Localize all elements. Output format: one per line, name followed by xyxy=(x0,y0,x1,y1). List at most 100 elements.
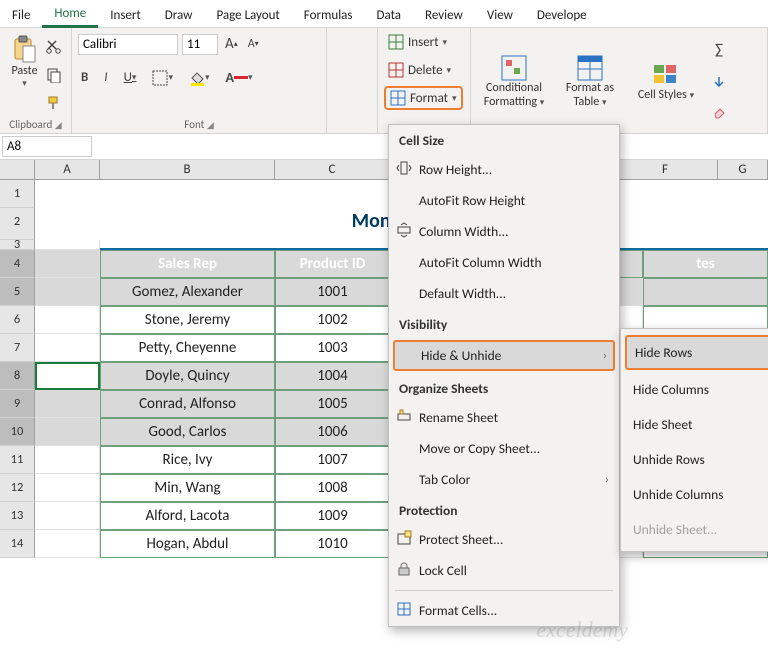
tab-insert[interactable]: Insert xyxy=(98,3,153,27)
copy-button[interactable] xyxy=(43,64,65,86)
cell[interactable]: 1009 xyxy=(275,502,390,530)
decrease-font-button[interactable]: A▾ xyxy=(245,34,262,54)
row-header[interactable]: 8 xyxy=(0,362,35,390)
menu-format-cells[interactable]: Format Cells... xyxy=(389,595,619,626)
submenu-unhide-columns[interactable]: Unhide Columns xyxy=(621,477,768,512)
tab-review[interactable]: Review xyxy=(413,3,475,27)
cell[interactable] xyxy=(35,278,100,306)
cell[interactable]: 1010 xyxy=(275,530,390,558)
cell[interactable]: 1001 xyxy=(275,278,390,306)
row-header[interactable]: 11 xyxy=(0,446,35,474)
cell[interactable]: 1002 xyxy=(275,306,390,334)
row-header[interactable]: 7 xyxy=(0,334,35,362)
submenu-hide-sheet[interactable]: Hide Sheet xyxy=(621,407,768,442)
cell[interactable]: 1004 xyxy=(275,362,390,390)
cell[interactable]: Petty, Cheyenne xyxy=(100,334,275,362)
submenu-hide-columns[interactable]: Hide Columns xyxy=(621,372,768,407)
cell[interactable]: Min, Wang xyxy=(100,474,275,502)
cell[interactable]: Product ID xyxy=(275,250,390,278)
tab-view[interactable]: View xyxy=(475,3,525,27)
tab-data[interactable]: Data xyxy=(365,3,414,27)
menu-autofit-column[interactable]: AutoFit Column Width xyxy=(389,247,619,278)
format-painter-button[interactable] xyxy=(43,92,65,114)
menu-protect-sheet[interactable]: Protect Sheet... xyxy=(389,524,619,555)
font-size-input[interactable] xyxy=(182,34,218,55)
cell[interactable]: 1008 xyxy=(275,474,390,502)
name-box[interactable] xyxy=(2,136,92,157)
row-header[interactable]: 9 xyxy=(0,390,35,418)
cell[interactable] xyxy=(35,390,100,418)
cell[interactable] xyxy=(35,334,100,362)
tab-formulas[interactable]: Formulas xyxy=(292,3,365,27)
menu-hide-unhide[interactable]: Hide & Unhide › xyxy=(393,340,615,371)
cell[interactable] xyxy=(35,362,100,390)
cell[interactable]: Doyle, Quincy xyxy=(100,362,275,390)
font-name-input[interactable] xyxy=(78,34,178,55)
format-cells-button[interactable]: Format ▾ xyxy=(384,86,463,110)
row-header[interactable]: 2 xyxy=(0,208,35,240)
menu-row-height[interactable]: Row Height... xyxy=(389,154,619,185)
paste-button[interactable]: Paste ▾ xyxy=(6,32,43,91)
autosum-button[interactable]: ∑ xyxy=(712,38,726,62)
cell[interactable]: Hogan, Abdul xyxy=(100,530,275,558)
tab-file[interactable]: File xyxy=(0,3,42,27)
cell[interactable] xyxy=(35,306,100,334)
cell[interactable]: 1006 xyxy=(275,418,390,446)
cell[interactable] xyxy=(35,474,100,502)
row-header[interactable]: 6 xyxy=(0,306,35,334)
select-all-corner[interactable] xyxy=(0,160,35,179)
row-header[interactable]: 12 xyxy=(0,474,35,502)
cell[interactable]: Sales Rep xyxy=(100,250,275,278)
bold-button[interactable]: B xyxy=(78,67,91,88)
cell[interactable] xyxy=(35,418,100,446)
cell[interactable]: 1003 xyxy=(275,334,390,362)
format-as-table-button[interactable]: Format as Table ▾ xyxy=(553,32,627,131)
clear-button[interactable] xyxy=(709,102,729,122)
col-header-C[interactable]: C xyxy=(275,160,390,179)
row-header[interactable]: 5 xyxy=(0,278,35,306)
menu-autofit-row[interactable]: AutoFit Row Height xyxy=(389,185,619,216)
col-header-G[interactable]: G xyxy=(718,160,768,179)
menu-tab-color[interactable]: Tab Color › xyxy=(389,464,619,495)
cell[interactable] xyxy=(35,208,100,240)
cell[interactable] xyxy=(35,240,100,250)
cell[interactable]: Alford, Lacota xyxy=(100,502,275,530)
cell-styles-button[interactable]: Cell Styles ▾ xyxy=(629,32,703,131)
tab-home[interactable]: Home xyxy=(42,1,98,28)
tab-page-layout[interactable]: Page Layout xyxy=(204,3,291,27)
conditional-formatting-button[interactable]: Conditional Formatting ▾ xyxy=(477,32,551,131)
cell[interactable] xyxy=(35,446,100,474)
fill-button[interactable] xyxy=(709,72,729,92)
menu-move-copy-sheet[interactable]: Move or Copy Sheet... xyxy=(389,433,619,464)
fill-color-button[interactable]: ▾ xyxy=(186,67,213,89)
cell[interactable]: Good, Carlos xyxy=(100,418,275,446)
tab-draw[interactable]: Draw xyxy=(153,3,205,27)
cell[interactable]: Conrad, Alfonso xyxy=(100,390,275,418)
menu-default-width[interactable]: Default Width... xyxy=(389,278,619,309)
menu-column-width[interactable]: Column Width... xyxy=(389,216,619,247)
submenu-unhide-rows[interactable]: Unhide Rows xyxy=(621,442,768,477)
tab-developer[interactable]: Develope xyxy=(525,3,599,27)
increase-font-button[interactable]: A▴ xyxy=(222,32,241,56)
borders-button[interactable]: ▾ xyxy=(149,67,176,89)
cell[interactable] xyxy=(35,530,100,558)
menu-lock-cell[interactable]: Lock Cell xyxy=(389,555,619,586)
underline-button[interactable]: U ▾ xyxy=(121,67,140,88)
cell[interactable] xyxy=(35,502,100,530)
italic-button[interactable]: I xyxy=(101,67,110,88)
col-header-F[interactable]: F xyxy=(613,160,718,179)
cell[interactable]: Rice, Ivy xyxy=(100,446,275,474)
cell[interactable]: Gomez, Alexander xyxy=(100,278,275,306)
col-header-B[interactable]: B xyxy=(100,160,275,179)
row-header[interactable]: 10 xyxy=(0,418,35,446)
row-header[interactable]: 1 xyxy=(0,180,35,208)
row-header[interactable]: 14 xyxy=(0,530,35,558)
insert-cells-button[interactable]: Insert ▾ xyxy=(384,32,451,52)
cut-button[interactable] xyxy=(43,36,65,58)
row-header[interactable]: 13 xyxy=(0,502,35,530)
row-header[interactable]: 4 xyxy=(0,250,35,278)
row-header[interactable]: 3 xyxy=(0,240,35,250)
submenu-hide-rows[interactable]: Hide Rows xyxy=(625,335,768,370)
menu-rename-sheet[interactable]: Rename Sheet xyxy=(389,402,619,433)
col-header-A[interactable]: A xyxy=(35,160,100,179)
